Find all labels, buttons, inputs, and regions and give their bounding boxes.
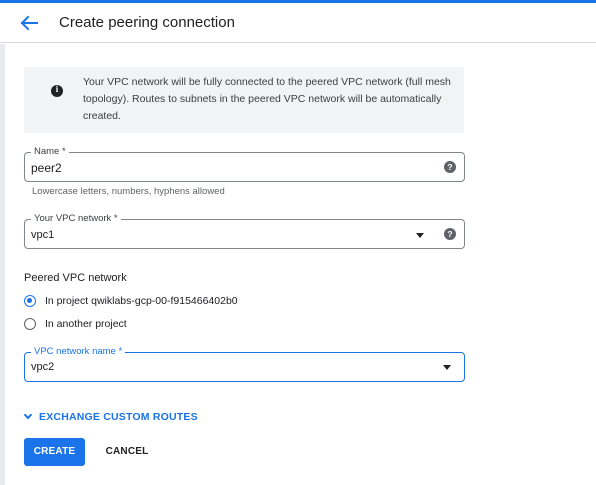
- chevron-down-icon[interactable]: [416, 233, 424, 238]
- page-header: Create peering connection: [0, 3, 596, 43]
- name-field-label: Name *: [31, 147, 69, 157]
- your-vpc-network-label: Your VPC network *: [31, 214, 121, 224]
- info-banner: Your VPC network will be fully connected…: [24, 67, 464, 133]
- help-icon[interactable]: ?: [444, 161, 456, 173]
- page-title: Create peering connection: [59, 14, 235, 31]
- chevron-down-icon: [23, 410, 33, 420]
- info-icon: [51, 84, 63, 97]
- name-field[interactable]: Name * peer2 ?: [24, 147, 465, 182]
- your-vpc-network-value: vpc1: [31, 229, 55, 241]
- exchange-custom-routes-label: EXCHANGE CUSTOM ROUTES: [39, 411, 198, 423]
- radio-button-unchecked[interactable]: [24, 318, 36, 330]
- vpc-network-name-value: vpc2: [31, 361, 55, 373]
- help-icon[interactable]: ?: [444, 228, 456, 240]
- radio-in-project-label: In project qwiklabs-gcp-00-f915466402b0: [45, 295, 238, 307]
- info-text: Your VPC network will be fully connected…: [83, 76, 451, 122]
- left-rail: [0, 44, 5, 485]
- arrow-left-icon[interactable]: [20, 15, 38, 31]
- radio-button-checked[interactable]: [24, 295, 36, 307]
- chevron-down-icon[interactable]: [443, 365, 451, 370]
- create-button[interactable]: CREATE: [24, 438, 85, 466]
- vpc-network-name-label: VPC network name *: [31, 347, 126, 357]
- vpc-network-name-select[interactable]: VPC network name * vpc2: [24, 347, 465, 382]
- your-vpc-network-select[interactable]: Your VPC network * vpc1 ?: [24, 214, 465, 249]
- name-field-value[interactable]: peer2: [31, 161, 62, 175]
- radio-another-project-label: In another project: [45, 318, 127, 330]
- name-field-hint: Lowercase letters, numbers, hyphens allo…: [32, 186, 225, 197]
- peered-vpc-network-heading: Peered VPC network: [24, 272, 127, 284]
- cancel-button[interactable]: CANCEL: [98, 438, 156, 466]
